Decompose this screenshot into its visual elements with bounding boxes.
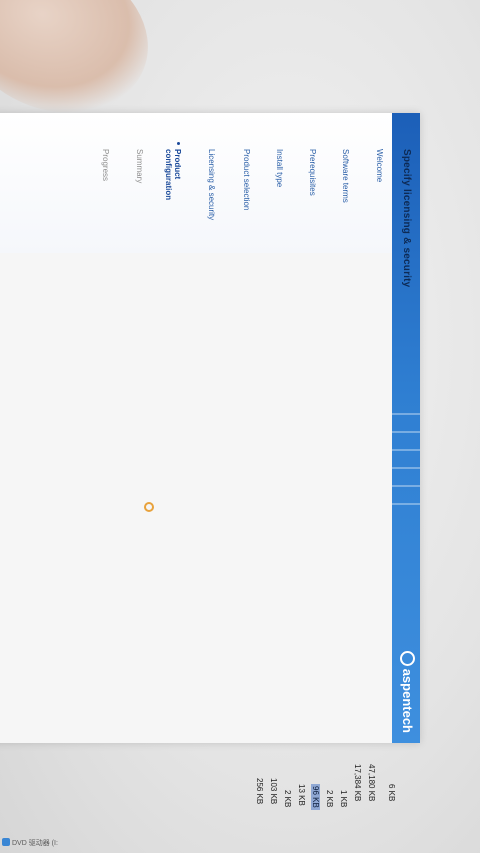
brand-logo: aspentech <box>400 650 415 733</box>
step-summary: Summary <box>135 149 144 183</box>
taskbar-item[interactable]: DVD 驱动器 (I: <box>0 836 58 853</box>
step-welcome[interactable]: Welcome <box>375 149 384 182</box>
file-size: 103 KB <box>269 778 278 805</box>
step-label: Install type <box>275 149 284 188</box>
header-banner: Specify licensing & security aspentech <box>392 113 420 743</box>
file-size-column: 6 KB 47,180 KB 17,384 KB 1 KB 2 KB 96 KB… <box>192 764 402 852</box>
photo-scene: DVD 驱动器 (I: 6 KB 47,180 KB 17,384 KB 1 K… <box>0 0 480 853</box>
file-size: 256 KB <box>255 778 264 805</box>
step-licensing-security[interactable]: Licensing & security <box>207 149 216 220</box>
banner-decoration <box>392 413 420 415</box>
step-label: Prerequisites <box>308 149 317 196</box>
page-title: Specify licensing & security <box>401 149 412 288</box>
step-label: Product selection <box>242 149 251 211</box>
step-product-configuration[interactable]: Product configuration <box>164 142 182 201</box>
file-size: 2 KB <box>283 790 292 808</box>
drive-icon <box>2 838 10 846</box>
current-step-bullet <box>177 142 180 145</box>
file-size: 13 KB <box>297 784 306 806</box>
file-size: 2 KB <box>325 790 334 808</box>
step-label: Licensing & security <box>207 149 216 221</box>
file-size-selected[interactable]: 96 KB <box>311 784 320 810</box>
banner-decoration <box>392 449 420 451</box>
brand-name: aspentech <box>400 668 415 733</box>
file-size: 1 KB <box>339 790 348 808</box>
step-label-line2: configuration <box>164 149 173 201</box>
wizard-steps: Welcome Software terms Prerequisites Ins… <box>0 113 392 253</box>
aspentech-logo-icon <box>400 650 415 666</box>
banner-decoration <box>392 467 420 469</box>
step-label: Summary <box>135 149 144 184</box>
file-size: 47,180 KB <box>367 764 376 802</box>
step-product-selection[interactable]: Product selection <box>242 149 251 210</box>
step-label: Progress <box>101 149 110 182</box>
file-size: 17,384 KB <box>353 764 362 802</box>
step-progress: Progress <box>101 149 110 181</box>
installer-window: Specify licensing & security aspentech W… <box>0 113 420 743</box>
busy-cursor-icon <box>144 502 154 512</box>
step-software-terms[interactable]: Software terms <box>341 149 350 203</box>
taskbar-label: DVD 驱动器 (I: <box>12 840 58 847</box>
banner-decoration <box>392 431 420 433</box>
file-size: 6 KB <box>387 784 396 802</box>
step-label: Product <box>173 149 182 180</box>
step-label: Software terms <box>341 149 350 203</box>
step-prerequisites[interactable]: Prerequisites <box>308 149 317 196</box>
step-label: Welcome <box>375 149 384 183</box>
banner-decoration <box>392 503 420 505</box>
content-area <box>0 253 392 743</box>
banner-decoration <box>392 485 420 487</box>
step-install-type[interactable]: Install type <box>275 149 284 187</box>
